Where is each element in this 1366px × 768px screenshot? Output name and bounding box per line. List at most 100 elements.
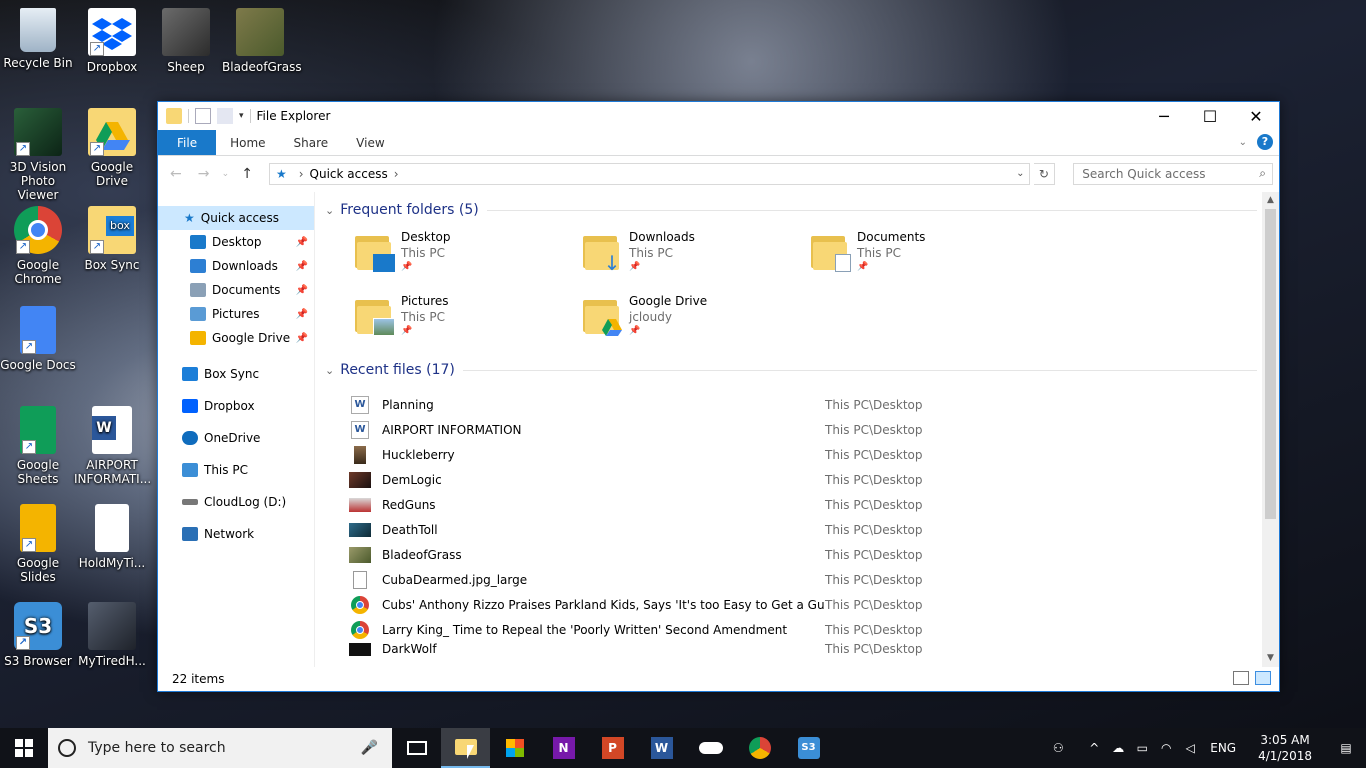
taskbar-chrome[interactable]	[735, 728, 784, 768]
breadcrumb-separator-icon[interactable]: ›	[394, 167, 399, 181]
taskbar-file-explorer[interactable]	[441, 728, 490, 768]
star-icon: ★	[184, 211, 195, 225]
tab-view[interactable]: View	[342, 130, 398, 155]
minimize-button[interactable]: ─	[1141, 102, 1187, 130]
nav-item-downloads[interactable]: Downloads 📌	[158, 254, 314, 278]
file-row-huckleberry[interactable]: Huckleberry This PC\Desktop	[349, 442, 1279, 467]
people-icon[interactable]: ⚇	[1046, 741, 1070, 755]
file-row-deathtoll[interactable]: DeathToll This PC\Desktop	[349, 517, 1279, 542]
close-button[interactable]: ✕	[1233, 102, 1279, 130]
file-row-airport-information[interactable]: W AIRPORT INFORMATION This PC\Desktop	[349, 417, 1279, 442]
desktop-icon-recycle-bin[interactable]: Recycle Bin	[0, 8, 76, 70]
desktop-icon-mytiredh[interactable]: MyTiredH...	[74, 602, 150, 668]
desktop-icon-box-sync[interactable]: box ↗ Box Sync	[74, 206, 150, 272]
nav-item-dropbox[interactable]: Dropbox	[158, 390, 314, 422]
file-row-bladeofgrass[interactable]: BladeofGrass This PC\Desktop	[349, 542, 1279, 567]
taskbar-word[interactable]: W	[637, 728, 686, 768]
search-input[interactable]: Search Quick access ⌕	[1073, 162, 1273, 185]
folder-tile-google-drive[interactable]: Google Drive jcloudy 📌	[583, 286, 811, 350]
desktop-icon-3d-vision[interactable]: ↗ 3D Vision Photo Viewer	[0, 108, 76, 202]
tab-home[interactable]: Home	[216, 130, 279, 155]
input-language[interactable]: ENG	[1210, 741, 1236, 755]
scroll-down-arrow-icon[interactable]: ▼	[1262, 650, 1279, 667]
desktop-icon-dropbox[interactable]: ↗ Dropbox	[74, 8, 150, 74]
task-view-button[interactable]	[392, 728, 441, 768]
recent-locations-icon[interactable]: ⌄	[219, 169, 231, 179]
taskbar-powerpoint[interactable]: P	[588, 728, 637, 768]
expand-ribbon-icon[interactable]: ⌄	[1239, 137, 1247, 148]
tab-share[interactable]: Share	[280, 130, 343, 155]
nav-item-cloudlog-drive[interactable]: CloudLog (D:)	[158, 486, 314, 518]
s3-browser-icon: S3	[797, 737, 820, 759]
battery-icon[interactable]: ▭	[1130, 741, 1154, 755]
desktop-icon-google-docs[interactable]: ↗ Google Docs	[0, 306, 76, 372]
desktop-icon-google-sheets[interactable]: ↗ Google Sheets	[0, 406, 76, 486]
new-folder-icon[interactable]	[217, 108, 233, 124]
window-title: File Explorer	[256, 109, 331, 123]
scrollbar-thumb[interactable]	[1265, 209, 1276, 519]
file-row-larry-king-article[interactable]: Larry King_ Time to Repeal the 'Poorly W…	[349, 617, 1279, 642]
desktop-icon-google-drive[interactable]: ↗ Google Drive	[74, 108, 150, 188]
show-hidden-icons-icon[interactable]: ^	[1082, 741, 1106, 755]
folder-tile-pictures[interactable]: Pictures This PC 📌	[355, 286, 583, 350]
nav-item-onedrive[interactable]: OneDrive	[158, 422, 314, 454]
nav-item-this-pc[interactable]: This PC	[158, 454, 314, 486]
file-row-demlogic[interactable]: DemLogic This PC\Desktop	[349, 467, 1279, 492]
microphone-icon[interactable]: 🎤	[361, 740, 378, 756]
nav-item-network[interactable]: Network	[158, 518, 314, 550]
nav-item-google-drive[interactable]: Google Drive 📌	[158, 326, 314, 350]
vertical-scrollbar[interactable]: ▲ ▼	[1262, 192, 1279, 667]
large-icons-view-icon[interactable]	[1255, 671, 1271, 685]
breadcrumb-separator-icon[interactable]: ›	[299, 167, 304, 181]
desktop-icon-google-chrome[interactable]: ↗ Google Chrome	[0, 206, 76, 286]
onedrive-tray-icon[interactable]: ☁	[1106, 741, 1130, 755]
file-row-rizzo-article[interactable]: Cubs' Anthony Rizzo Praises Parkland Kid…	[349, 592, 1279, 617]
desktop-icon-sheep[interactable]: Sheep	[148, 8, 224, 74]
refresh-icon[interactable]: ↻	[1033, 162, 1056, 185]
help-icon[interactable]: ?	[1257, 134, 1273, 150]
desktop-icon-google-slides[interactable]: ↗ Google Slides	[0, 504, 76, 584]
address-dropdown-icon[interactable]: ⌄	[1016, 168, 1024, 179]
address-bar[interactable]: ★ › Quick access › ⌄	[268, 162, 1030, 185]
desktop-icon-s3-browser[interactable]: S3 ↗ S3 Browser	[0, 602, 76, 668]
file-row-redguns[interactable]: RedGuns This PC\Desktop	[349, 492, 1279, 517]
taskbar-s3-browser[interactable]: S3	[784, 728, 833, 768]
up-arrow-icon[interactable]: ↑	[235, 166, 259, 182]
nav-item-box-sync[interactable]: Box Sync	[158, 358, 314, 390]
frequent-folders-header[interactable]: ⌄ Frequent folders (5)	[325, 198, 1279, 222]
nav-item-quick-access[interactable]: ★ Quick access	[158, 206, 314, 230]
tab-file[interactable]: File	[158, 130, 217, 155]
nav-item-documents[interactable]: Documents 📌	[158, 278, 314, 302]
details-view-icon[interactable]	[1233, 671, 1249, 685]
desktop-icon-airport-information[interactable]: W AIRPORT INFORMATI...	[74, 406, 151, 486]
properties-icon[interactable]	[195, 108, 211, 124]
taskbar-onenote[interactable]: N	[539, 728, 588, 768]
taskbar-store[interactable]	[490, 728, 539, 768]
desktop-icon-holdmyti[interactable]: HoldMyTi...	[74, 504, 150, 570]
file-row-cubadearmed[interactable]: CubaDearmed.jpg_large This PC\Desktop	[349, 567, 1279, 592]
customize-toolbar-icon[interactable]: ▾	[239, 111, 244, 121]
back-arrow-icon[interactable]: ←	[164, 166, 188, 182]
folder-tile-downloads[interactable]: ↓ Downloads This PC 📌	[583, 222, 811, 286]
breadcrumb-quick-access[interactable]: Quick access	[310, 167, 388, 181]
taskbar-onedrive[interactable]	[686, 728, 735, 768]
recent-files-header[interactable]: ⌄ Recent files (17)	[325, 358, 1279, 382]
file-row-planning[interactable]: W Planning This PC\Desktop	[349, 392, 1279, 417]
clock[interactable]: 3:05 AM 4/1/2018	[1258, 732, 1312, 764]
scroll-up-arrow-icon[interactable]: ▲	[1262, 192, 1279, 209]
nav-item-desktop[interactable]: Desktop 📌	[158, 230, 314, 254]
folder-tile-desktop[interactable]: Desktop This PC 📌	[355, 222, 583, 286]
desktop-icon-bladeofgrass[interactable]: BladeofGrass	[222, 8, 302, 74]
maximize-button[interactable]: ☐	[1187, 102, 1233, 130]
title-bar[interactable]: ▾ File Explorer ─ ☐ ✕	[158, 102, 1279, 130]
volume-icon[interactable]: ◁	[1178, 741, 1202, 755]
nav-item-pictures[interactable]: Pictures 📌	[158, 302, 314, 326]
folder-icon	[166, 108, 182, 124]
action-center-icon[interactable]: ▤	[1326, 741, 1366, 755]
folder-tile-documents[interactable]: Documents This PC 📌	[811, 222, 1039, 286]
taskbar-search-box[interactable]: Type here to search 🎤	[48, 728, 392, 768]
forward-arrow-icon[interactable]: →	[192, 166, 216, 182]
start-button[interactable]	[0, 728, 48, 768]
file-row-darkwolf[interactable]: DarkWolf This PC\Desktop	[349, 642, 1279, 656]
wifi-icon[interactable]: ◠	[1154, 741, 1178, 755]
